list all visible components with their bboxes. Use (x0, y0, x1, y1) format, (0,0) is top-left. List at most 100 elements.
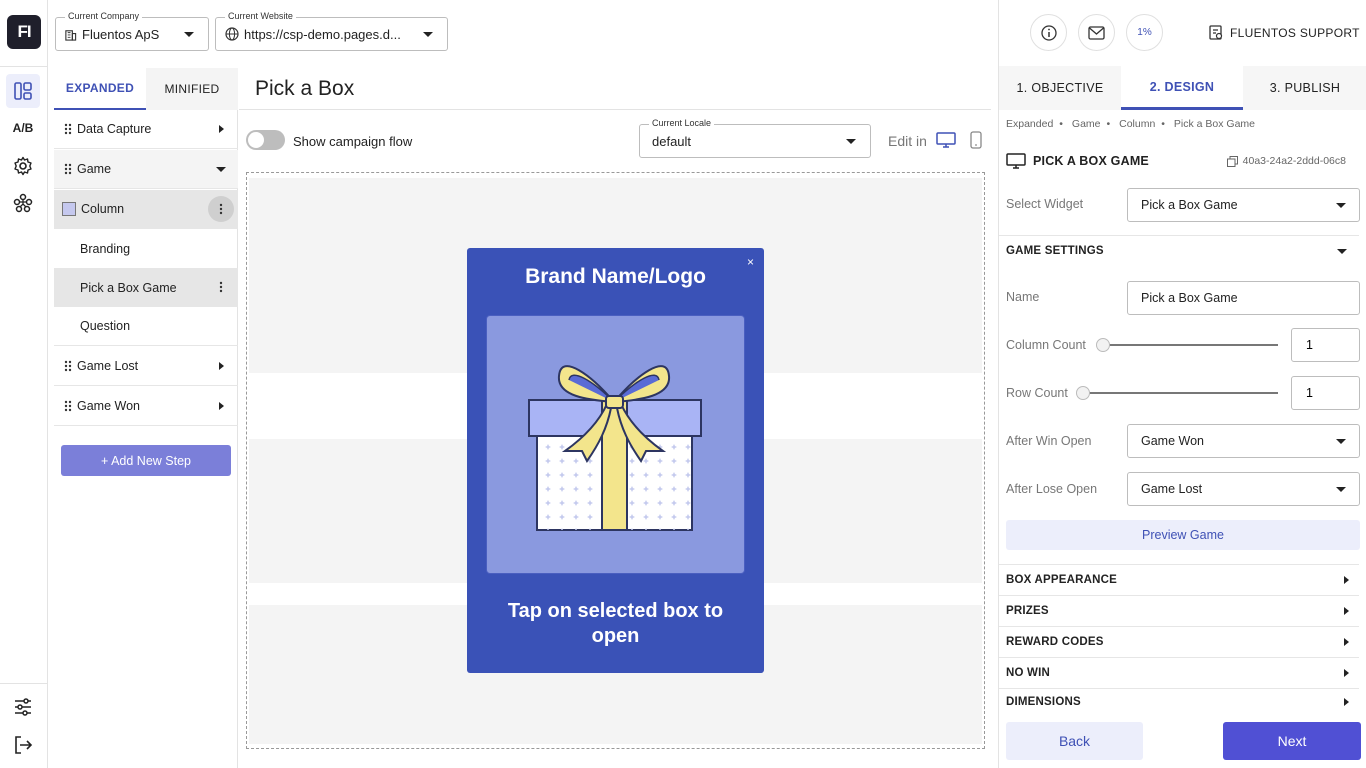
chevron-down-icon (846, 139, 856, 144)
widget-header: PICK A BOX GAME (1006, 153, 1149, 169)
back-button[interactable]: Back (1006, 722, 1143, 760)
building-icon (65, 30, 77, 41)
step-label: Game (77, 162, 112, 176)
integrations-icon (13, 193, 33, 213)
step-game-lost[interactable]: Game Lost (54, 347, 238, 386)
column-color-swatch (62, 202, 76, 216)
info-icon (1040, 24, 1057, 41)
breadcrumb-separator: • (1059, 118, 1063, 130)
desktop-icon[interactable] (936, 132, 956, 149)
chevron-right-icon (1344, 638, 1349, 646)
close-icon[interactable]: × (747, 255, 754, 269)
column-count-slider[interactable] (1103, 344, 1278, 346)
copy-icon (1226, 155, 1238, 167)
row-count-label: Row Count (1006, 386, 1068, 400)
campaign-flow-toggle[interactable] (246, 130, 285, 150)
reward-codes-section[interactable]: REWARD CODES (999, 626, 1359, 657)
step-game-won[interactable]: Game Won (54, 387, 238, 426)
company-select[interactable]: Current Company Fluentos ApS (55, 11, 209, 51)
messages-button[interactable] (1078, 14, 1115, 51)
after-win-dropdown[interactable]: Game Won (1127, 424, 1360, 458)
step-column[interactable]: Column (54, 190, 238, 229)
page-title: Pick a Box (255, 77, 355, 100)
layout-nav-button[interactable] (6, 74, 40, 108)
tab-objective[interactable]: 1. OBJECTIVE (999, 66, 1121, 110)
preview-game-button[interactable]: Preview Game (1006, 520, 1360, 550)
game-popup-preview[interactable]: Brand Name/Logo × Tap on selected box to… (467, 248, 764, 673)
kebab-icon (219, 203, 223, 215)
drag-handle-icon[interactable] (64, 400, 72, 412)
chevron-down-icon (184, 32, 194, 37)
box-appearance-section[interactable]: BOX APPEARANCE (999, 564, 1359, 595)
drag-handle-icon[interactable] (64, 163, 72, 175)
chevron-right-icon (1344, 669, 1349, 677)
step-data-capture[interactable]: Data Capture (54, 110, 238, 149)
sliders-icon (15, 698, 31, 716)
info-button[interactable] (1030, 14, 1067, 51)
next-button[interactable]: Next (1223, 722, 1361, 760)
add-new-step-button[interactable]: + Add New Step (61, 445, 231, 476)
ab-test-nav-button[interactable]: A/B (6, 111, 40, 145)
column-count-slider-handle[interactable] (1096, 338, 1110, 352)
gift-box-card[interactable] (486, 315, 745, 574)
more-options-button[interactable] (208, 196, 234, 222)
widget-id-text: 40a3-24a2-2ddd-06c8 (1242, 155, 1346, 167)
row-count-slider[interactable] (1083, 392, 1278, 394)
column-count-label: Column Count (1006, 338, 1086, 352)
chevron-right-icon[interactable] (219, 402, 224, 410)
section-title: BOX APPEARANCE (1006, 574, 1117, 586)
select-widget-dropdown[interactable]: Pick a Box Game (1127, 188, 1360, 222)
drag-handle-icon[interactable] (64, 360, 72, 372)
chevron-right-icon (1344, 607, 1349, 615)
widget-id[interactable]: 40a3-24a2-2ddd-06c8 (1226, 155, 1346, 167)
section-title: GAME SETTINGS (1006, 245, 1104, 257)
breadcrumb-item[interactable]: Expanded (1006, 118, 1053, 130)
integrations-nav-button[interactable] (6, 186, 40, 220)
step-pick-a-box-game[interactable]: Pick a Box Game (54, 268, 238, 307)
mail-icon (1088, 25, 1105, 40)
section-title: NO WIN (1006, 667, 1050, 679)
game-settings-section[interactable]: GAME SETTINGS (999, 235, 1359, 266)
website-select[interactable]: Current Website https://csp-demo.pages.d… (215, 11, 448, 51)
drag-handle-icon[interactable] (64, 123, 72, 135)
section-title: DIMENSIONS (1006, 695, 1081, 708)
tab-minified[interactable]: MINIFIED (146, 68, 238, 110)
more-options-button[interactable] (208, 274, 234, 300)
settings-nav-button[interactable] (6, 149, 40, 183)
app-logo[interactable]: FI (7, 15, 41, 49)
tab-expanded[interactable]: EXPANDED (54, 68, 146, 110)
app-logo-text: FI (17, 22, 31, 41)
popup-brand-title: Brand Name/Logo (525, 265, 706, 288)
step-label: Branding (80, 241, 131, 256)
after-lose-dropdown[interactable]: Game Lost (1127, 472, 1360, 506)
row-count-input[interactable] (1291, 376, 1360, 410)
row-count-slider-handle[interactable] (1076, 386, 1090, 400)
section-title: REWARD CODES (1006, 636, 1104, 648)
breadcrumb-item[interactable]: Column (1119, 118, 1155, 130)
column-count-input[interactable] (1291, 328, 1360, 362)
tab-publish[interactable]: 3. PUBLISH (1243, 66, 1366, 110)
no-win-section[interactable]: NO WIN (999, 657, 1359, 688)
step-question[interactable]: Question (54, 307, 238, 346)
title-divider (239, 109, 991, 110)
icon-rail: FI A/B (0, 0, 48, 768)
name-label: Name (1006, 290, 1040, 304)
support-link[interactable]: FLUENTOS SUPPORT (1209, 25, 1360, 40)
progress-indicator[interactable]: 1% (1126, 14, 1163, 51)
breadcrumb-item[interactable]: Game (1072, 118, 1101, 130)
logout-nav-button[interactable] (6, 728, 40, 762)
step-game[interactable]: Game (54, 150, 238, 189)
name-input[interactable] (1127, 281, 1360, 315)
tab-design[interactable]: 2. DESIGN (1121, 66, 1243, 110)
chevron-right-icon[interactable] (219, 362, 224, 370)
properties-panel: 1% FLUENTOS SUPPORT 1. OBJECTIVE 2. DESI… (998, 0, 1366, 768)
locale-select[interactable]: Current Locale default (639, 118, 871, 158)
mobile-icon[interactable] (970, 131, 982, 149)
prizes-section[interactable]: PRIZES (999, 595, 1359, 626)
step-branding[interactable]: Branding (54, 229, 238, 268)
chevron-right-icon[interactable] (219, 125, 224, 133)
dimensions-section[interactable]: DIMENSIONS (999, 688, 1359, 714)
after-lose-value: Game Lost (1141, 482, 1203, 496)
filters-nav-button[interactable] (6, 690, 40, 724)
chevron-down-icon[interactable] (216, 167, 226, 172)
